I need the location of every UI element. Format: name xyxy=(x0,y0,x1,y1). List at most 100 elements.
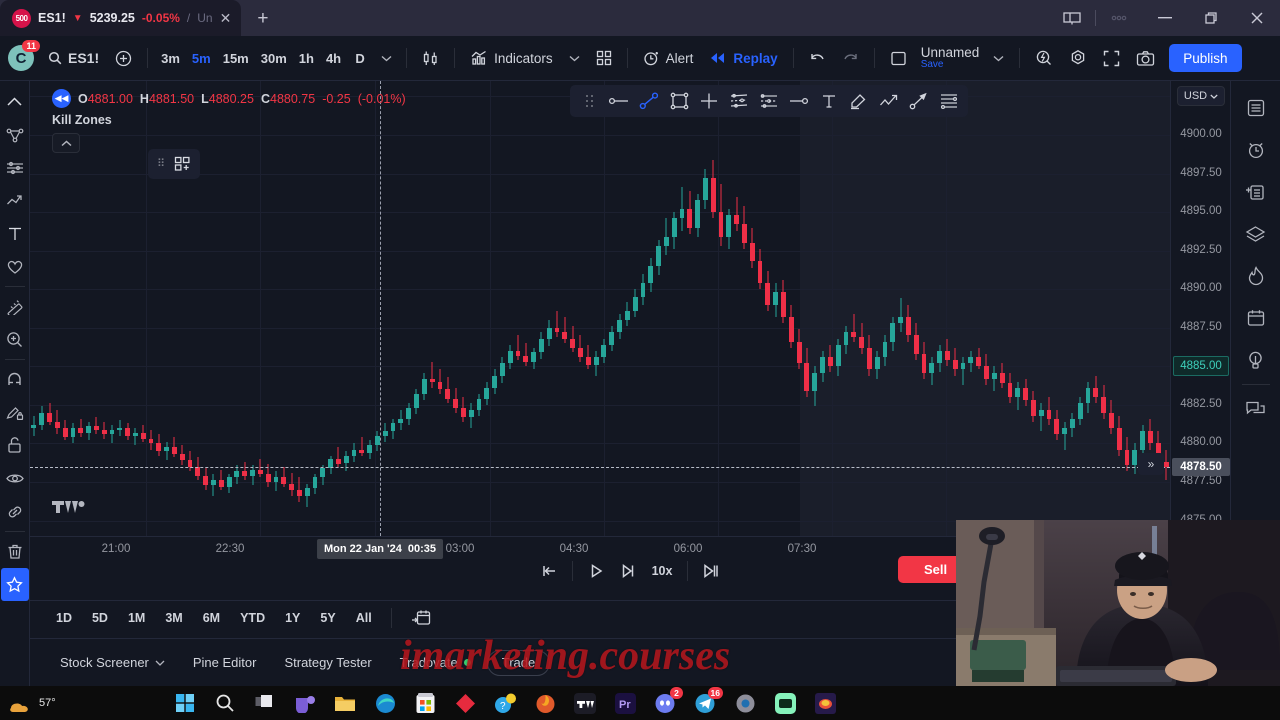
arrow-marker-icon[interactable] xyxy=(904,87,934,115)
close-icon[interactable] xyxy=(1234,0,1280,36)
range-1d[interactable]: 1D xyxy=(48,606,80,630)
avatar[interactable]: C 11 xyxy=(8,40,40,71)
ideas-bulb-icon[interactable] xyxy=(1236,339,1276,381)
timeframe-d[interactable]: D xyxy=(347,44,373,72)
fullscreen-button[interactable] xyxy=(1095,43,1128,73)
jump-to-end-icon[interactable] xyxy=(695,558,727,584)
pine-editor-button[interactable]: Pine Editor xyxy=(181,649,269,677)
play-icon[interactable] xyxy=(580,558,612,584)
timeframe-3m[interactable]: 3m xyxy=(155,44,186,72)
range-all[interactable]: All xyxy=(348,606,380,630)
trend-line-tools-icon[interactable] xyxy=(1,118,29,151)
measure-ruler-icon[interactable] xyxy=(1,290,29,323)
chat-bubbles-icon[interactable] xyxy=(1236,388,1276,430)
magnet-icon[interactable] xyxy=(1,363,29,396)
replay-button[interactable]: Replay xyxy=(701,43,785,73)
chart-canvas[interactable]: ◀◀ O4881.00 H4881.50 L4880.25 C4880.75 -… xyxy=(30,81,1170,536)
chevron-down-icon[interactable] xyxy=(985,43,1012,73)
red-diamond-app-icon[interactable] xyxy=(452,690,478,716)
timeframe-4h[interactable]: 4h xyxy=(320,44,347,72)
drag-handle-icon[interactable] xyxy=(574,87,604,115)
snapshot-button[interactable] xyxy=(1128,43,1163,73)
favorite-star-icon[interactable] xyxy=(0,568,29,601)
add-pane-icon[interactable] xyxy=(174,156,191,172)
floating-pane-toolbar[interactable]: ⠿ xyxy=(148,149,201,179)
drawing-mode-lock-icon[interactable] xyxy=(1,396,29,429)
cursor-cross-icon[interactable] xyxy=(1,85,29,118)
currency-selector[interactable]: USD xyxy=(1177,86,1225,106)
fib-channel-icon[interactable] xyxy=(724,87,754,115)
tradingview-icon[interactable] xyxy=(572,690,598,716)
undo-button[interactable] xyxy=(801,43,834,73)
range-1m[interactable]: 1M xyxy=(120,606,153,630)
range-ytd[interactable]: YTD xyxy=(232,606,273,630)
firefox-icon[interactable] xyxy=(532,690,558,716)
step-forward-icon[interactable] xyxy=(612,558,644,584)
pitchfork-icon[interactable] xyxy=(1,184,29,217)
fib-retracement-icon[interactable] xyxy=(1,151,29,184)
file-explorer-icon[interactable] xyxy=(332,690,358,716)
obs-icon[interactable] xyxy=(812,690,838,716)
settings-gear-icon[interactable] xyxy=(732,690,758,716)
lock-drawings-icon[interactable] xyxy=(1,429,29,462)
timeframe-15m[interactable]: 15m xyxy=(217,44,255,72)
drag-handle-icon[interactable]: ⠿ xyxy=(157,158,166,169)
range-5y[interactable]: 5Y xyxy=(312,606,343,630)
jump-to-start-icon[interactable] xyxy=(533,558,565,584)
timeframe-5m[interactable]: 5m xyxy=(186,44,217,72)
teams-icon[interactable] xyxy=(292,690,318,716)
stock-screener-button[interactable]: Stock Screener xyxy=(48,649,177,677)
color-app-icon[interactable]: ? xyxy=(492,690,518,716)
microsoft-store-icon[interactable] xyxy=(412,690,438,716)
trade-button[interactable]: Trade xyxy=(486,649,551,676)
range-6m[interactable]: 6M xyxy=(195,606,228,630)
horizontal-line-icon[interactable] xyxy=(604,87,634,115)
strategy-tester-button[interactable]: Strategy Tester xyxy=(272,649,383,677)
more-horizontal-icon[interactable] xyxy=(1096,0,1142,36)
minimize-icon[interactable] xyxy=(1142,0,1188,36)
layers-icon[interactable] xyxy=(1236,213,1276,255)
weather-widget[interactable]: 57° xyxy=(8,692,168,714)
hide-drawings-eye-icon[interactable] xyxy=(1,462,29,495)
alerts-clock-icon[interactable] xyxy=(1236,129,1276,171)
price-axis[interactable]: USD 4902.504900.004897.504895.004892.504… xyxy=(1170,81,1230,536)
rectangle-icon[interactable] xyxy=(664,87,694,115)
plus-icon[interactable]: + xyxy=(257,8,268,30)
chart-settings-button[interactable] xyxy=(1061,43,1095,73)
long-position-icon[interactable] xyxy=(934,87,964,115)
double-chevron-right-icon[interactable]: » xyxy=(1138,453,1164,475)
streamlabs-icon[interactable] xyxy=(772,690,798,716)
text-icon[interactable] xyxy=(814,87,844,115)
chart-type-button[interactable] xyxy=(414,43,447,73)
premiere-pro-icon[interactable]: Pr xyxy=(612,690,638,716)
crosshair-plus-icon[interactable] xyxy=(694,87,724,115)
goto-date-icon[interactable] xyxy=(403,606,439,630)
layout-select-button[interactable] xyxy=(882,43,915,73)
timeframe-30m[interactable]: 30m xyxy=(255,44,293,72)
range-3m[interactable]: 3M xyxy=(157,606,190,630)
range-5d[interactable]: 5D xyxy=(84,606,116,630)
publish-button[interactable]: Publish xyxy=(1169,44,1242,72)
text-tool-icon[interactable] xyxy=(1,217,29,250)
task-view-icon[interactable] xyxy=(252,690,278,716)
layout-name-button[interactable]: Unnamed Save xyxy=(915,45,986,71)
redo-button[interactable] xyxy=(834,43,867,73)
discord-icon[interactable]: 2 xyxy=(652,687,683,716)
close-icon[interactable]: ✕ xyxy=(220,10,232,27)
indicator-templates-button[interactable] xyxy=(588,43,620,73)
alert-button[interactable]: Alert xyxy=(635,43,702,73)
hotlist-flame-icon[interactable] xyxy=(1236,255,1276,297)
split-layout-icon[interactable] xyxy=(1049,0,1095,36)
data-window-icon[interactable] xyxy=(1236,171,1276,213)
windows-start-icon[interactable] xyxy=(172,690,198,716)
shapes-heart-icon[interactable] xyxy=(1,250,29,283)
browser-tab[interactable]: 500 ES1! ▼ 5239.25 -0.05% / Un ✕ xyxy=(0,0,242,36)
chevron-up-icon[interactable] xyxy=(52,133,80,153)
timeframe-1h[interactable]: 1h xyxy=(293,44,320,72)
indicators-button[interactable]: Indicators xyxy=(462,43,561,73)
broker-status[interactable]: Tradovate xyxy=(388,649,483,677)
quick-search-button[interactable] xyxy=(1027,43,1061,73)
chevron-down-icon[interactable] xyxy=(561,43,588,73)
zoom-in-icon[interactable] xyxy=(1,323,29,356)
chevron-down-icon[interactable] xyxy=(373,44,399,72)
